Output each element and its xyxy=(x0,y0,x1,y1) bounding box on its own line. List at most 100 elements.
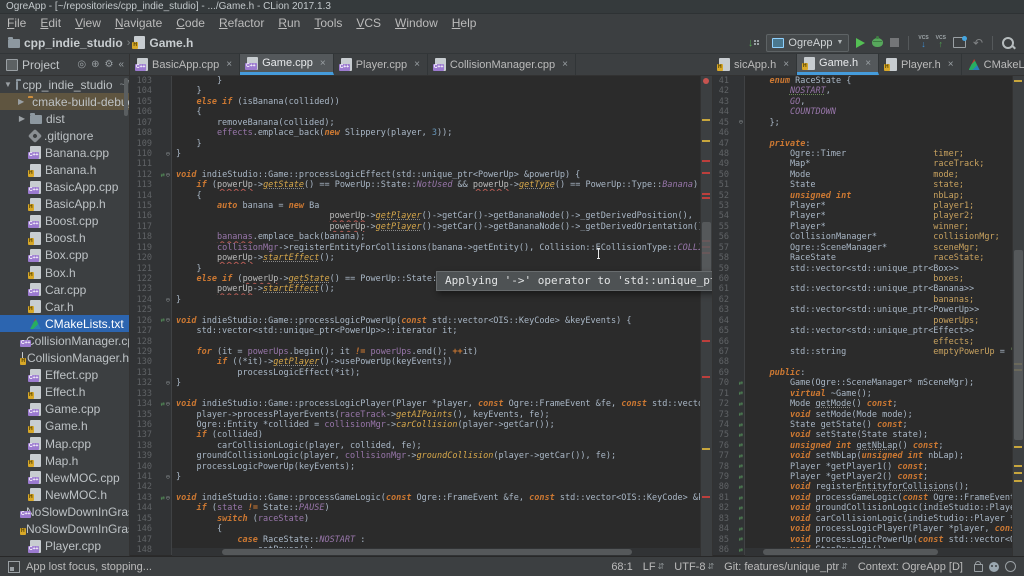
code-text[interactable]: { xyxy=(172,191,202,201)
code-line-146[interactable]: 146 { xyxy=(130,524,712,534)
code-text[interactable]: void processLogicPowerUp(const std::vect… xyxy=(745,535,1024,545)
warning-stripe-mark[interactable] xyxy=(702,119,710,121)
code-line-47[interactable]: 47 private: xyxy=(713,139,1024,149)
line-number[interactable]: 132 xyxy=(130,378,156,388)
code-line-78[interactable]: 78⇄ Player *getPlayer1() const; xyxy=(713,462,1024,472)
line-number[interactable]: 43 xyxy=(713,97,733,107)
code-text[interactable]: void carCollisionLogic(indieStudio::Play… xyxy=(745,514,1024,524)
error-stripe-mark[interactable] xyxy=(702,340,710,342)
code-line-45[interactable]: 45⊖ }; xyxy=(713,118,1024,128)
code-line-142[interactable]: 142 xyxy=(130,482,712,492)
tree-item-banana.h[interactable]: HBanana.h xyxy=(0,161,129,178)
goto-implementation-icon[interactable]: ⇄ xyxy=(161,172,165,179)
code-text[interactable]: if (state != State::PAUSE) xyxy=(172,503,330,513)
editor-tab-game.cpp[interactable]: C++Game.cpp× xyxy=(240,54,334,75)
line-number[interactable]: 75 xyxy=(713,430,733,440)
code-text[interactable]: { xyxy=(172,107,202,117)
menu-run[interactable]: Run xyxy=(271,16,307,30)
tree-expand-arrow[interactable]: ▼ xyxy=(4,80,12,89)
code-line-120[interactable]: 120 powerUp->startEffect(); xyxy=(130,253,712,263)
line-number[interactable]: 42 xyxy=(713,86,733,96)
line-number[interactable]: 142 xyxy=(130,482,156,492)
code-line-109[interactable]: 109 } xyxy=(130,139,712,149)
code-line-65[interactable]: 65 std::vector<std::unique_ptr<Effect>> xyxy=(713,326,1024,336)
line-number[interactable]: 103 xyxy=(130,76,156,86)
line-number[interactable]: 124 xyxy=(130,295,156,305)
status-widget[interactable]: Context: OgreApp [D] xyxy=(853,561,968,573)
line-number[interactable]: 123 xyxy=(130,284,156,294)
warning-stripe-mark[interactable] xyxy=(1014,472,1022,474)
code-line-63[interactable]: 63 std::vector<std::unique_ptr<PowerUp>> xyxy=(713,305,1024,315)
code-text[interactable]: void processLogicPlayer(Player *player, … xyxy=(745,524,1024,534)
code-line-59[interactable]: 59 std::vector<std::unique_ptr<Box>> xyxy=(713,264,1024,274)
right-horizontal-scrollbar[interactable] xyxy=(745,548,1012,556)
code-text[interactable]: void setNbLap(unsigned int nbLap); xyxy=(745,451,964,461)
goto-implementation-icon[interactable]: ⇄ xyxy=(739,442,743,449)
code-text[interactable]: private: xyxy=(745,139,810,149)
code-line-82[interactable]: 82⇄ void groundCollisionLogic(indieStudi… xyxy=(713,503,1024,513)
tree-item-box.cpp[interactable]: C++Box.cpp xyxy=(0,247,129,264)
tree-item-collisionmanager.h[interactable]: HCollisionManager.h xyxy=(0,350,129,367)
code-line-81[interactable]: 81⇄ void processGameLogic(const Ogre::Fr… xyxy=(713,493,1024,503)
line-number[interactable]: 108 xyxy=(130,128,156,138)
left-error-stripe[interactable] xyxy=(700,76,712,556)
code-line-50[interactable]: 50 Mode mode; xyxy=(713,170,1024,180)
right-error-stripe[interactable] xyxy=(1012,76,1024,556)
menu-window[interactable]: Window xyxy=(388,16,445,30)
tree-item-player.cpp[interactable]: C++Player.cpp xyxy=(0,538,129,555)
horizontal-scrollbar-thumb[interactable] xyxy=(222,549,632,555)
code-line-110[interactable]: 110⊖} xyxy=(130,149,712,159)
toolwindow-toggle-icon[interactable] xyxy=(8,561,20,573)
tree-item-basicapp.h[interactable]: HBasicApp.h xyxy=(0,196,129,213)
editor-tab-game.h[interactable]: HGame.h× xyxy=(797,54,879,75)
menu-code[interactable]: Code xyxy=(169,16,212,30)
warning-stripe-mark[interactable] xyxy=(1014,465,1022,467)
close-icon[interactable]: × xyxy=(226,59,232,70)
line-number[interactable]: 119 xyxy=(130,243,156,253)
code-line-128[interactable]: 128 xyxy=(130,337,712,347)
line-number[interactable]: 112 xyxy=(130,170,156,180)
code-text[interactable] xyxy=(745,357,749,367)
tree-item-banana.cpp[interactable]: C++Banana.cpp xyxy=(0,144,129,161)
code-line-43[interactable]: 43 GO, xyxy=(713,97,1024,107)
code-line-140[interactable]: 140 processLogicPowerUp(keyEvents); xyxy=(130,462,712,472)
line-number[interactable]: 143 xyxy=(130,493,156,503)
code-line-79[interactable]: 79⇄ Player *getPlayer2() const; xyxy=(713,472,1024,482)
warning-stripe-mark[interactable] xyxy=(1014,480,1022,482)
goto-implementation-icon[interactable]: ⇄ xyxy=(739,484,743,491)
error-stripe-mark[interactable] xyxy=(702,193,710,195)
code-text[interactable]: player->processPlayerEvents(raceTrack->g… xyxy=(172,410,550,420)
goto-implementation-icon[interactable]: ⇄ xyxy=(739,536,743,543)
tree-item-map.cpp[interactable]: C++Map.cpp xyxy=(0,435,129,452)
code-text[interactable] xyxy=(172,389,176,399)
goto-implementation-icon[interactable]: ⇄ xyxy=(161,317,165,324)
code-line-83[interactable]: 83⇄ void carCollisionLogic(indieStudio::… xyxy=(713,514,1024,524)
line-number[interactable]: 54 xyxy=(713,211,733,221)
code-text[interactable]: std::vector<std::unique_ptr<Banana>> xyxy=(745,284,974,294)
menu-edit[interactable]: Edit xyxy=(33,16,68,30)
notification-icon[interactable] xyxy=(1005,561,1016,572)
goto-implementation-icon[interactable]: ⇄ xyxy=(161,495,165,502)
debug-button[interactable] xyxy=(872,38,883,47)
code-line-145[interactable]: 145 switch (raceState) xyxy=(130,514,712,524)
code-line-51[interactable]: 51 State state; xyxy=(713,180,1024,190)
tree-item-map.h[interactable]: HMap.h xyxy=(0,452,129,469)
fold-region-icon[interactable]: ⊖ xyxy=(166,172,170,179)
code-line-111[interactable]: 111 xyxy=(130,159,712,169)
code-line-66[interactable]: 66 effects; xyxy=(713,337,1024,347)
code-line-129[interactable]: 129 for (it = powerUps.begin(); it != po… xyxy=(130,347,712,357)
vcs-update-button[interactable]: VCS↓ xyxy=(918,36,928,49)
code-text[interactable]: Player* winner; xyxy=(745,222,969,232)
line-number[interactable]: 60 xyxy=(713,274,733,284)
code-line-132[interactable]: 132⊖} xyxy=(130,378,712,388)
code-text[interactable]: State getState() const; xyxy=(745,420,908,430)
code-text[interactable]: GO, xyxy=(745,97,805,107)
code-text[interactable]: void processGameLogic(const Ogre::FrameE… xyxy=(745,493,1024,503)
code-line-69[interactable]: 69 public: xyxy=(713,368,1024,378)
line-number[interactable]: 45 xyxy=(713,118,733,128)
fold-region-icon[interactable]: ⊖ xyxy=(166,297,170,304)
stop-button[interactable] xyxy=(890,38,899,47)
line-number[interactable]: 72 xyxy=(713,399,733,409)
vcs-commit-button[interactable]: VCS↑ xyxy=(936,36,946,49)
close-icon[interactable]: × xyxy=(865,58,871,69)
